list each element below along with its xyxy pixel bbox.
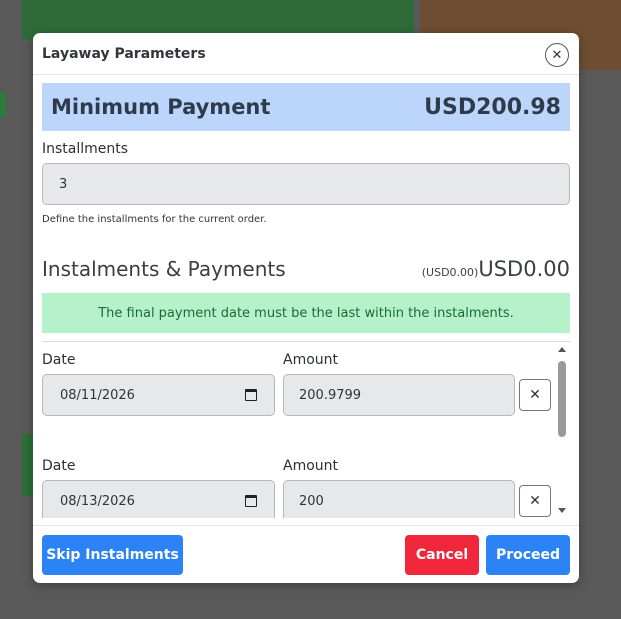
close-icon: ✕ xyxy=(529,493,541,509)
background-indicator xyxy=(0,92,6,118)
scroll-thumb[interactable] xyxy=(558,361,566,437)
installments-help-text: Define the installments for the current … xyxy=(42,214,267,225)
remove-payment-button[interactable]: ✕ xyxy=(519,485,551,517)
installments-value: 3 xyxy=(59,176,68,192)
installments-label: Installments xyxy=(42,141,129,157)
scroll-down-arrow-icon[interactable] xyxy=(558,508,566,513)
date-label: Date xyxy=(42,458,76,474)
instalments-total: USD0.00 xyxy=(478,257,570,281)
payments-list[interactable]: Date Amount 08/11/2026 200.9799 ✕ Date A… xyxy=(33,342,579,518)
skip-instalments-button[interactable]: Skip Instalments xyxy=(42,535,183,575)
proceed-button[interactable]: Proceed xyxy=(486,535,570,575)
minimum-payment-value: USD200.98 xyxy=(424,94,561,120)
amount-label: Amount xyxy=(283,458,339,474)
close-button[interactable]: ✕ xyxy=(545,43,569,67)
instalments-totals: (USD0.00) USD0.00 xyxy=(422,257,570,281)
calendar-icon[interactable] xyxy=(245,495,257,507)
close-icon: ✕ xyxy=(551,47,563,63)
date-label: Date xyxy=(42,352,76,368)
modal-header: Layaway Parameters ✕ xyxy=(33,33,579,75)
payment-amount-value: 200.9799 xyxy=(299,387,362,403)
payment-date-input[interactable]: 08/11/2026 xyxy=(42,374,275,416)
instalments-section-title: Instalments & Payments xyxy=(42,257,286,281)
payment-date-value: 08/11/2026 xyxy=(60,387,135,403)
payment-date-value: 08/13/2026 xyxy=(60,493,135,509)
cancel-button[interactable]: Cancel xyxy=(405,535,479,575)
calendar-icon[interactable] xyxy=(245,389,257,401)
payment-row: Date Amount 08/13/2026 200 ✕ xyxy=(33,448,563,518)
minimum-payment-banner: Minimum Payment USD200.98 xyxy=(42,83,570,131)
modal-footer: Skip Instalments Cancel Proceed xyxy=(33,525,579,583)
modal-title: Layaway Parameters xyxy=(42,46,206,62)
minimum-payment-label: Minimum Payment xyxy=(51,95,271,119)
payment-amount-input[interactable]: 200 xyxy=(283,480,515,518)
amount-label: Amount xyxy=(283,352,339,368)
payment-date-input[interactable]: 08/13/2026 xyxy=(42,480,275,518)
final-payment-alert: The final payment date must be the last … xyxy=(42,293,570,333)
scroll-up-arrow-icon[interactable] xyxy=(558,347,566,352)
layaway-modal: Layaway Parameters ✕ Minimum Payment USD… xyxy=(33,33,579,583)
close-icon: ✕ xyxy=(529,387,541,403)
payments-scrollbar[interactable] xyxy=(555,345,569,515)
installments-input[interactable]: 3 xyxy=(42,163,570,205)
remove-payment-button[interactable]: ✕ xyxy=(519,379,551,411)
payment-amount-input[interactable]: 200.9799 xyxy=(283,374,515,416)
instalments-subtotal: (USD0.00) xyxy=(421,266,479,279)
payment-amount-value: 200 xyxy=(299,493,324,509)
payment-row: Date Amount 08/11/2026 200.9799 ✕ xyxy=(33,342,563,432)
